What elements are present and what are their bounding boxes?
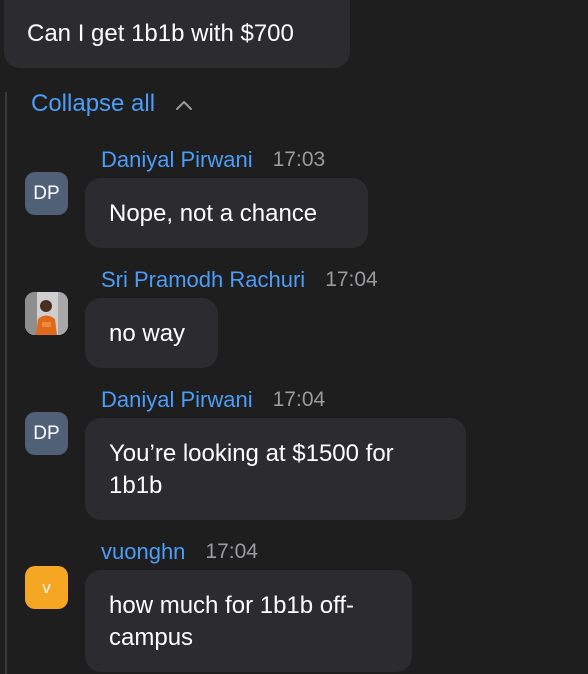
message-text: Nope, not a chance: [109, 200, 318, 227]
message-header: Daniyal Pirwani 17:04: [101, 386, 325, 414]
author-name[interactable]: Daniyal Pirwani: [101, 387, 253, 413]
chevron-up-icon: [175, 98, 193, 110]
timestamp: 17:04: [205, 540, 258, 563]
thread-line: [5, 92, 7, 674]
timestamp: 17:04: [325, 268, 378, 291]
collapse-all-button[interactable]: Collapse all: [31, 89, 193, 119]
avatar-initials: DP: [33, 182, 60, 204]
parent-message-text: Can I get 1b1b with $700: [27, 20, 294, 47]
parent-message-bubble[interactable]: Can I get 1b1b with $700: [4, 0, 350, 68]
message-text-line: how much for 1b1b off-: [109, 592, 355, 619]
message-text: no way: [109, 320, 186, 347]
author-name[interactable]: Sri Pramodh Rachuri: [101, 267, 305, 293]
message-text-line: 1b1b: [109, 472, 163, 499]
message-header: Sri Pramodh Rachuri 17:04: [101, 266, 378, 294]
collapse-all-label: Collapse all: [31, 90, 156, 117]
avatar-initials: v: [42, 577, 51, 597]
avatar[interactable]: DP: [25, 172, 68, 215]
message-text-line: campus: [109, 624, 194, 651]
author-name[interactable]: vuonghn: [101, 539, 185, 565]
author-name[interactable]: Daniyal Pirwani: [101, 147, 253, 173]
message-text-line: You’re looking at $1500 for: [109, 440, 394, 467]
timestamp: 17:04: [272, 388, 326, 411]
thread-view: Can I get 1b1b with $700 Collapse all Da…: [0, 0, 588, 674]
avatar[interactable]: DP: [25, 412, 68, 455]
avatar[interactable]: v: [25, 566, 68, 609]
timestamp: 17:03: [272, 148, 326, 171]
avatar-initials: DP: [33, 422, 60, 444]
message-header: vuonghn 17:04: [101, 538, 258, 566]
avatar[interactable]: [25, 292, 68, 335]
message-header: Daniyal Pirwani 17:03: [101, 146, 325, 174]
message-bubble[interactable]: You’re looking at $1500 for 1b1b: [85, 418, 466, 520]
message-bubble[interactable]: no way: [85, 298, 218, 368]
message-bubble[interactable]: how much for 1b1b off- campus: [85, 570, 412, 672]
profile-photo-icon: [25, 292, 68, 335]
message-bubble[interactable]: Nope, not a chance: [85, 178, 368, 248]
